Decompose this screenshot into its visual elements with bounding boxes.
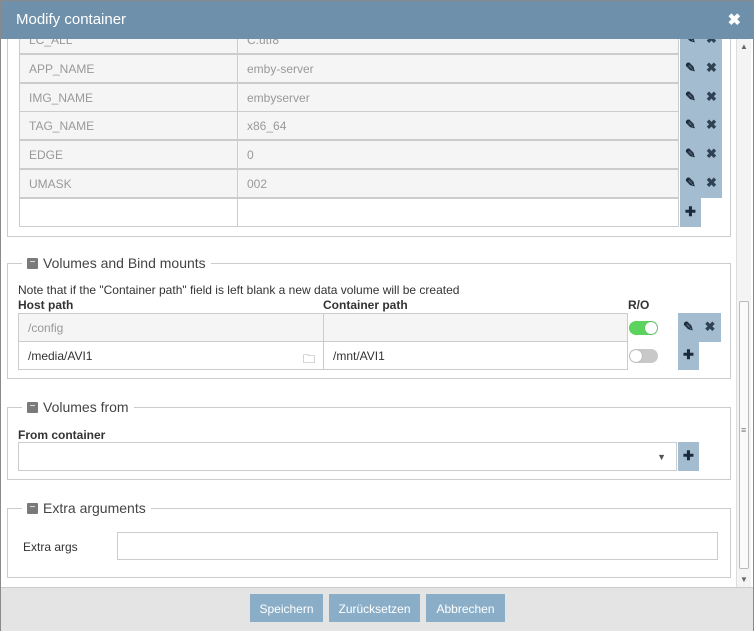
readonly-toggle[interactable]	[629, 321, 658, 335]
from-container-label: From container	[18, 428, 106, 442]
add-volumes-from-icon[interactable]: ✚	[678, 442, 699, 471]
extra-arguments-legend-text: Extra arguments	[43, 500, 146, 516]
remove-icon[interactable]: ✖	[701, 111, 722, 140]
edit-icon[interactable]: ✎	[680, 111, 701, 140]
environment-section: LC_ALL C.utf8 ✎ ✖ APP_NAME emby-server ✎…	[7, 39, 731, 237]
remove-icon[interactable]: ✖	[699, 313, 721, 342]
host-path-field[interactable]: /config	[18, 313, 324, 342]
readonly-toggle[interactable]	[629, 349, 658, 363]
extra-arguments-legend[interactable]: − Extra arguments	[22, 500, 151, 516]
container-path-field[interactable]: /mnt/AVI1	[323, 341, 628, 370]
edit-icon[interactable]: ✎	[680, 39, 701, 54]
env-row: LC_ALL C.utf8	[19, 39, 679, 54]
dialog-footer: Speichern Zurücksetzen Abbrechen	[1, 587, 753, 631]
dialog-content: LC_ALL C.utf8 ✎ ✖ APP_NAME emby-server ✎…	[3, 39, 736, 587]
grip-icon: ≡	[741, 425, 747, 435]
volumes-from-legend[interactable]: − Volumes from	[22, 399, 134, 415]
remove-icon[interactable]: ✖	[701, 39, 722, 54]
cancel-button[interactable]: Abbrechen	[426, 594, 505, 622]
save-button[interactable]: Speichern	[250, 594, 323, 622]
env-key: APP_NAME	[19, 54, 238, 83]
volumes-section: − Volumes and Bind mounts Note that if t…	[7, 255, 731, 379]
collapse-icon[interactable]: −	[27, 401, 38, 413]
host-path-header: Host path	[18, 298, 74, 312]
env-new-row	[19, 198, 679, 227]
chevron-down-icon: ▼	[657, 452, 666, 462]
env-value: embyserver	[237, 83, 679, 112]
from-container-select[interactable]: ▼	[18, 442, 677, 471]
env-key: EDGE	[19, 140, 238, 169]
extra-arguments-section: − Extra arguments Extra args	[7, 500, 731, 578]
scrollbar-thumb[interactable]: ≡	[739, 301, 749, 569]
env-key: UMASK	[19, 169, 238, 198]
readonly-header: R/O	[628, 298, 650, 312]
env-row: TAG_NAME x86_64	[19, 111, 679, 140]
edit-icon[interactable]: ✎	[680, 83, 701, 112]
container-path-field[interactable]	[323, 313, 628, 342]
toggle-knob	[630, 350, 642, 362]
scroll-up-icon[interactable]: ▲	[740, 42, 748, 51]
env-key: TAG_NAME	[19, 111, 238, 140]
env-row: UMASK 002	[19, 169, 679, 198]
vertical-scrollbar[interactable]: ▲ ≡ ▼	[736, 39, 751, 587]
env-key: IMG_NAME	[19, 83, 238, 112]
env-value: 002	[237, 169, 679, 198]
volumes-legend-text: Volumes and Bind mounts	[43, 255, 206, 271]
add-volume-icon[interactable]: ✚	[678, 341, 699, 370]
edit-icon[interactable]: ✎	[680, 140, 701, 169]
volumes-from-legend-text: Volumes from	[43, 399, 129, 415]
env-row: IMG_NAME embyserver	[19, 83, 679, 112]
collapse-icon[interactable]: −	[27, 257, 38, 269]
container-path-header: Container path	[323, 298, 408, 312]
add-env-icon[interactable]: ✚	[680, 198, 701, 227]
remove-icon[interactable]: ✖	[701, 140, 722, 169]
scroll-down-icon[interactable]: ▼	[740, 575, 748, 584]
env-value: 0	[237, 140, 679, 169]
edit-icon[interactable]: ✎	[680, 54, 701, 83]
remove-icon[interactable]: ✖	[701, 83, 722, 112]
toggle-knob	[645, 322, 657, 334]
host-path-value: /media/AVI1	[28, 349, 93, 363]
env-new-value-input[interactable]	[237, 198, 679, 227]
folder-icon[interactable]: 🗀	[303, 350, 315, 371]
volumes-from-section: − Volumes from From container ▼ ✚	[7, 399, 731, 480]
env-row: APP_NAME emby-server	[19, 54, 679, 83]
reset-button[interactable]: Zurücksetzen	[329, 594, 420, 622]
remove-icon[interactable]: ✖	[701, 169, 722, 198]
env-new-key-input[interactable]	[19, 198, 238, 227]
volumes-note: Note that if the "Container path" field …	[18, 283, 460, 297]
edit-icon[interactable]: ✎	[678, 313, 699, 342]
dialog-title: Modify container	[16, 11, 127, 28]
edit-icon[interactable]: ✎	[680, 169, 701, 198]
modify-container-dialog: Modify container ✖ LC_ALL C.utf8 ✎ ✖ APP…	[0, 0, 754, 631]
env-value: C.utf8	[237, 39, 679, 54]
close-icon[interactable]: ✖	[728, 10, 741, 30]
env-value: emby-server	[237, 54, 679, 83]
host-path-field[interactable]: /media/AVI1 🗀	[18, 341, 324, 370]
volumes-legend[interactable]: − Volumes and Bind mounts	[22, 255, 211, 271]
extra-args-input[interactable]	[117, 532, 718, 560]
collapse-icon[interactable]: −	[27, 502, 38, 514]
remove-icon[interactable]: ✖	[701, 54, 722, 83]
dialog-titlebar: Modify container ✖	[1, 1, 753, 39]
env-row: EDGE 0	[19, 140, 679, 169]
env-value: x86_64	[237, 111, 679, 140]
extra-args-label: Extra args	[23, 540, 78, 554]
env-key: LC_ALL	[19, 39, 238, 54]
